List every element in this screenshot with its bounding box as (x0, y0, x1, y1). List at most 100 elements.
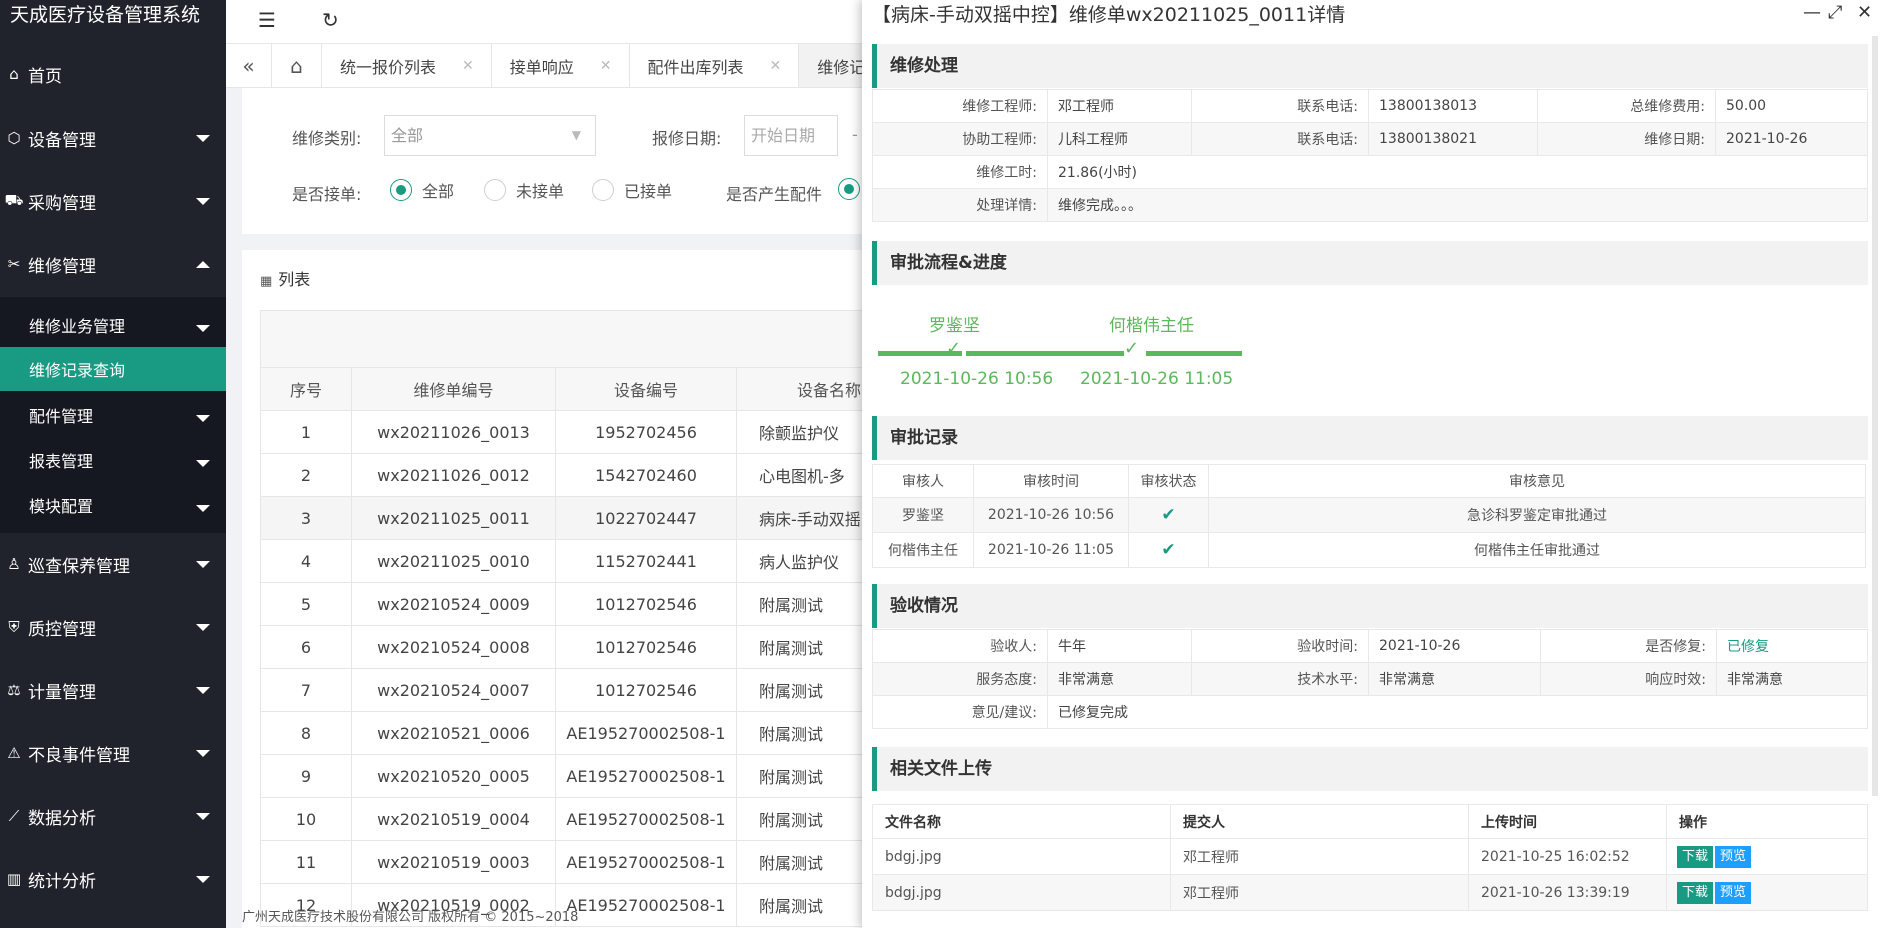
tab-label: 统一报价列表 (340, 57, 437, 77)
col-header: 审核状态 (1128, 464, 1209, 498)
maximize-icon[interactable]: ⤢ (1828, 2, 1842, 23)
fixed-value: 已修复 (1716, 629, 1868, 663)
radio-accepted-all[interactable]: 全部 (390, 178, 454, 202)
sidebar-item-label: 设备管理 (28, 130, 96, 151)
date-separator: - (852, 125, 858, 144)
caret-down-icon (196, 198, 210, 205)
refresh-icon[interactable]: ↻ (322, 8, 339, 32)
table-row[interactable]: 10 wx20210519_0004 AE195270002508-1 附属测试 (260, 797, 918, 841)
skill-label: 技术水平: (1191, 662, 1369, 696)
cube-icon: ⬡ (7, 129, 21, 147)
approval-time: 2021-10-26 10:56 (973, 497, 1129, 533)
tab-parts-outbound[interactable]: 配件出库列表 ✕ (630, 44, 800, 87)
detail-label: 处理详情: (872, 188, 1048, 222)
tabs-scroll-left-icon[interactable]: « (226, 44, 272, 87)
table-row[interactable]: 8 wx20210521_0006 AE195270002508-1 附属测试 (260, 711, 918, 755)
close-icon[interactable]: ✕ (770, 58, 782, 74)
preview-button[interactable]: 预览 (1715, 845, 1752, 868)
radio-label: 未接单 (516, 182, 565, 201)
hours-label: 维修工时: (872, 155, 1048, 189)
sidebar-subitem-reports[interactable]: 报表管理 (0, 438, 226, 482)
total-cost-label: 总维修费用: (1537, 89, 1716, 123)
sidebar-item-inspection[interactable]: ♙ 巡查保养管理 (0, 544, 226, 584)
tools-icon: ✂ (7, 255, 21, 273)
home-tab-icon[interactable]: ⌂ (272, 44, 322, 87)
sidebar-item-adverse-events[interactable]: ⚠ 不良事件管理 (0, 733, 226, 773)
footer: 广州天成医疗技术股份有限公司 版权所有 © 2015~2018 (242, 910, 579, 925)
repair-date-value: 2021-10-26 (1715, 122, 1868, 156)
sidebar-item-data-analysis[interactable]: ⟋ 数据分析 (0, 796, 226, 836)
file-name: bdgj.jpg (872, 874, 1171, 911)
assist-label: 协助工程师: (872, 122, 1048, 156)
sidebar-subitem-repair-records[interactable]: 维修记录查询 (0, 347, 226, 391)
sidebar-item-metrology[interactable]: ⚖ 计量管理 (0, 670, 226, 710)
table-row[interactable]: 7 wx20210524_0007 1012702546 附属测试 (260, 668, 918, 712)
table-row[interactable]: 6 wx20210524_0008 1012702546 附属测试 (260, 625, 918, 669)
table-row[interactable]: 2 wx20211026_0012 1542702460 心电图机-多 (260, 453, 918, 497)
table-cell: 1 (260, 410, 352, 454)
section-repair-heading: 维修处理 (872, 44, 1868, 88)
table-row[interactable]: 3 wx20211025_0011 1022702447 病床-手动双摇 (260, 496, 918, 540)
approval-time: 2021-10-26 11:05 (973, 532, 1129, 568)
file-actions: 下载 预览 (1666, 874, 1868, 911)
close-icon[interactable]: ✕ (462, 58, 474, 74)
tab-order-response[interactable]: 接单响应 ✕ (492, 44, 630, 87)
inspect-icon: ♙ (7, 555, 21, 573)
table-row[interactable]: 5 wx20210524_0009 1012702546 附属测试 (260, 582, 918, 626)
file-submitter: 邓工程师 (1170, 874, 1469, 911)
menu-collapse-icon[interactable]: ☰ (258, 8, 276, 32)
table-row[interactable]: 1 wx20211026_0013 1952702456 除颤监护仪 (260, 410, 918, 454)
accept-time-label: 验收时间: (1191, 629, 1369, 663)
repair-detail-modal: 【病床-手动双摇中控】维修单wx20211025_0011详情 — ⤢ ✕ 维修… (862, 0, 1881, 928)
flow-step-name: 罗鉴坚 (929, 316, 980, 336)
col-header: 维修单编号 (351, 367, 556, 411)
sidebar-item-statistics[interactable]: ▥ 统计分析 (0, 859, 226, 899)
table-cell: wx20211025_0010 (351, 539, 556, 583)
table-row[interactable]: 9 wx20210520_0005 AE195270002508-1 附属测试 (260, 754, 918, 798)
repair-type-select[interactable]: 全部 ▼ (384, 115, 596, 156)
radio-not-accepted[interactable]: 未接单 (484, 178, 564, 202)
sidebar-subitem-label: 配件管理 (29, 407, 94, 426)
preview-button[interactable]: 预览 (1715, 881, 1752, 904)
table-cell: wx20211026_0012 (351, 453, 556, 497)
sidebar-item-equipment[interactable]: ⬡ 设备管理 (0, 118, 226, 158)
table-cell: wx20210524_0007 (351, 668, 556, 712)
repair-submenu: 维修业务管理 维修记录查询 配件管理 报表管理 模块配置 (0, 297, 226, 533)
minimize-icon[interactable]: — (1803, 2, 1821, 23)
table-cell: 3 (260, 496, 352, 540)
table-cell: AE195270002508-1 (555, 754, 737, 798)
radio-checked-icon (390, 179, 412, 201)
caret-down-icon (196, 561, 210, 568)
acceptor-value: 牛年 (1047, 629, 1192, 663)
close-icon[interactable]: ✕ (600, 58, 612, 74)
sidebar-item-home[interactable]: ⌂ 首页 (0, 54, 226, 94)
col-header: 审核意见 (1208, 464, 1866, 498)
acceptance-table: 验收人: 牛年 验收时间: 2021-10-26 是否修复: 已修复 服务态度:… (872, 629, 1868, 729)
sidebar-subitem-parts[interactable]: 配件管理 (0, 393, 226, 437)
bar-chart-icon: ▥ (6, 870, 22, 888)
caret-down-icon (196, 687, 210, 694)
sidebar-item-repair[interactable]: ✂ 维修管理 (0, 244, 226, 284)
repair-date-label: 维修日期: (1537, 122, 1716, 156)
sidebar-subitem-label: 维修业务管理 (29, 317, 126, 336)
table-cell: wx20210519_0003 (351, 840, 556, 884)
scrollbar[interactable] (1872, 36, 1878, 796)
parts-label: 是否产生配件 (726, 185, 823, 204)
radio-accepted[interactable]: 已接单 (592, 178, 672, 202)
sidebar-item-purchase[interactable]: ⛟ 采购管理 (0, 181, 226, 221)
table-cell: 1022702447 (555, 496, 737, 540)
approver: 何楷伟主任 (872, 532, 974, 568)
tab-label: 配件出库列表 (647, 57, 744, 77)
sidebar-item-quality[interactable]: ⛨ 质控管理 (0, 607, 226, 647)
close-icon[interactable]: ✕ (1857, 2, 1872, 23)
table-row[interactable]: 11 wx20210519_0003 AE195270002508-1 附属测试 (260, 840, 918, 884)
sidebar-subitem-repair-business[interactable]: 维修业务管理 (0, 303, 226, 347)
table-row[interactable]: 4 wx20211025_0010 1152702441 病人监护仪 (260, 539, 918, 583)
download-button[interactable]: 下载 (1677, 845, 1714, 868)
col-header: 操作 (1666, 804, 1868, 839)
sidebar-subitem-module-config[interactable]: 模块配置 (0, 483, 226, 527)
download-button[interactable]: 下载 (1677, 881, 1714, 904)
radio-label: 全部 (422, 182, 455, 201)
start-date-input[interactable]: 开始日期 (744, 115, 838, 156)
tab-quote-list[interactable]: 统一报价列表 ✕ (322, 44, 492, 87)
